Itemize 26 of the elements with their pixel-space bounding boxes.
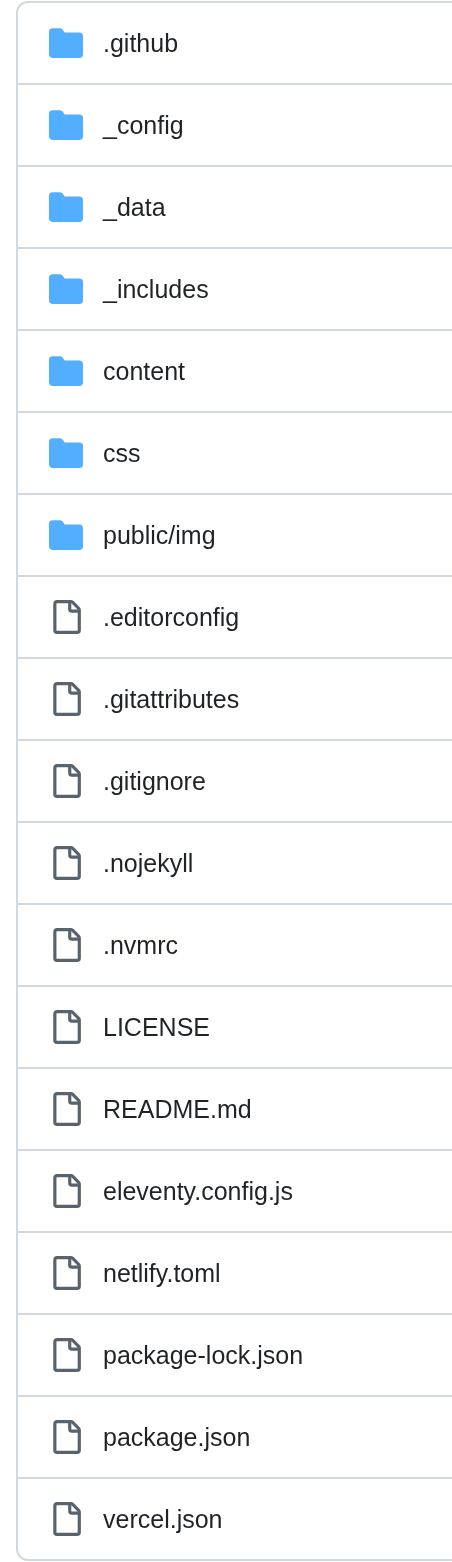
file-name-link[interactable]: vercel.json [103,1504,223,1534]
file-name-link[interactable]: README.md [103,1094,252,1124]
file-name-link[interactable]: package.json [103,1422,251,1452]
file-name-link[interactable]: _config [103,110,184,140]
file-name-link[interactable]: content [103,356,185,386]
file-name-link[interactable]: .gitattributes [103,684,240,714]
file-name-link[interactable]: .nvmrc [103,930,178,960]
folder-icon [49,272,83,306]
file-name-link[interactable]: _includes [103,274,209,304]
file-name-link[interactable]: css [103,438,141,468]
file-name-link[interactable]: .editorconfig [103,602,240,632]
folder-icon [49,436,83,470]
folder-icon [49,518,83,552]
file-name-link[interactable]: _data [103,192,166,222]
folder-icon [49,108,83,142]
file-name-link[interactable]: public/img [103,520,216,550]
file-name-link[interactable]: netlify.toml [103,1258,221,1288]
file-name-link[interactable]: LICENSE [103,1012,210,1042]
folder-icon [49,190,83,224]
file-name-link[interactable]: .gitignore [103,766,206,796]
file-name-link[interactable]: eleventy.config.js [103,1176,293,1206]
file-name-link[interactable]: .nojekyll [103,848,194,878]
file-name-link[interactable]: package-lock.json [103,1340,304,1370]
folder-icon [49,26,83,60]
file-name-link[interactable]: .github [103,28,179,58]
folder-icon [49,354,83,388]
